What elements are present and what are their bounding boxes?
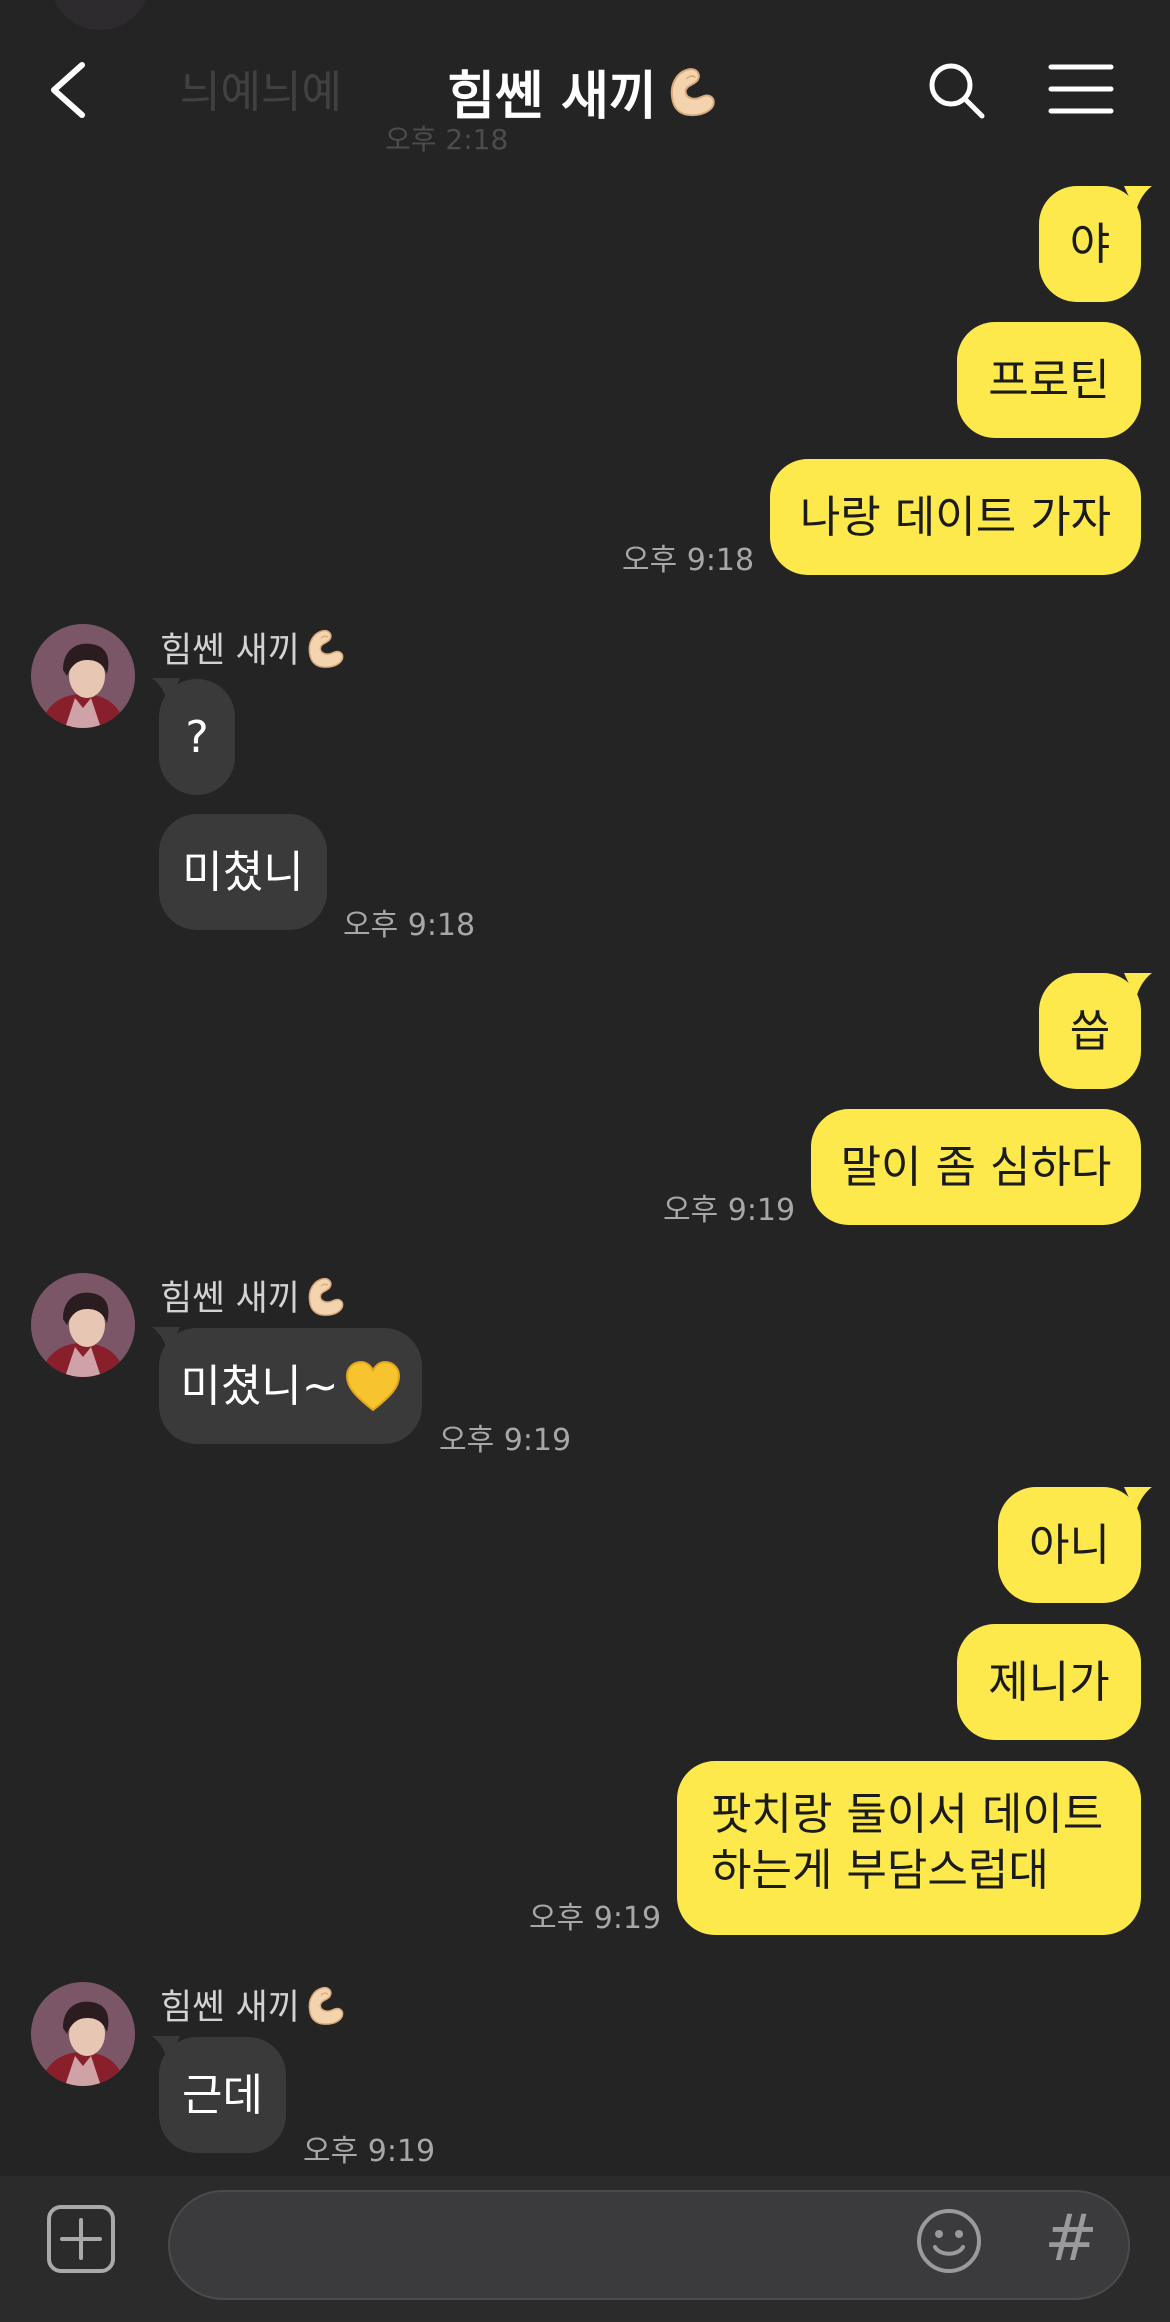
my-message-bubble[interactable]: 말이 좀 심하다 bbox=[811, 1109, 1141, 1225]
sender-name: 힘쎈 새끼 bbox=[160, 622, 350, 673]
search-button[interactable] bbox=[924, 58, 990, 124]
sender-avatar[interactable] bbox=[31, 624, 135, 728]
sender-name-text: 힘쎈 새끼 bbox=[160, 631, 300, 671]
sender-name-text: 힘쎈 새끼 bbox=[160, 1279, 300, 1319]
smiley-icon bbox=[917, 2209, 981, 2273]
bubble-tail bbox=[1124, 186, 1152, 212]
message-time: 오후 9:19 bbox=[663, 1193, 796, 1228]
faded-prev-avatar bbox=[50, 0, 150, 30]
chat-title-text: 힘쎈 새끼 bbox=[447, 66, 657, 127]
message-line: 팟치랑 둘이서 데이트 bbox=[711, 1789, 1104, 1840]
message-text: 미쳤니 bbox=[182, 846, 304, 898]
chat-screen: 늬예늬예 오후 2:18 힘쎈 새끼 야 프로틴 오후 9:18 나랑 데이트 … bbox=[0, 0, 1170, 2322]
message-time: 오후 9:18 bbox=[343, 908, 476, 943]
my-message-bubble[interactable]: 제니가 bbox=[957, 1624, 1141, 1740]
their-message-bubble[interactable]: 미쳤니~ bbox=[159, 1328, 422, 1444]
bubble-tail bbox=[1124, 973, 1152, 999]
message-text: 야 bbox=[1069, 218, 1111, 270]
flexed-biceps-icon bbox=[308, 1986, 344, 2025]
message-text: 나랑 데이트 가자 bbox=[799, 491, 1112, 543]
message-text: 근데 bbox=[182, 2069, 263, 2121]
faded-prev-message: 늬예늬예 bbox=[180, 67, 342, 118]
sender-avatar[interactable] bbox=[31, 1273, 135, 1377]
sender-avatar[interactable] bbox=[31, 1982, 135, 2086]
bubble-tail bbox=[1124, 1487, 1152, 1513]
message-text: 제니가 bbox=[988, 1656, 1110, 1708]
yellow-heart-icon bbox=[345, 1360, 400, 1412]
their-message-bubble[interactable]: ? bbox=[159, 679, 235, 795]
my-message-bubble[interactable]: 팟치랑 둘이서 데이트 하는게 부담스럽대 bbox=[677, 1761, 1141, 1935]
message-input[interactable] bbox=[210, 2210, 864, 2282]
message-text: ? bbox=[185, 711, 209, 763]
chevron-left-icon bbox=[51, 62, 85, 118]
message-text: 아니 bbox=[1029, 1519, 1110, 1571]
flexed-biceps-icon bbox=[308, 629, 344, 668]
message-text: 씁 bbox=[1069, 1005, 1111, 1057]
chat-title: 힘쎈 새끼 bbox=[430, 55, 740, 127]
sender-name: 힘쎈 새끼 bbox=[160, 1979, 350, 2030]
sender-name-text: 힘쎈 새끼 bbox=[160, 1988, 300, 2028]
search-icon bbox=[929, 63, 985, 119]
attach-button[interactable] bbox=[46, 2204, 116, 2274]
my-message-bubble[interactable]: 나랑 데이트 가자 bbox=[770, 459, 1141, 575]
message-time: 오후 9:19 bbox=[439, 1423, 572, 1458]
message-time: 오후 9:18 bbox=[622, 543, 755, 578]
message-time: 오후 9:19 bbox=[529, 1901, 662, 1936]
message-input-bar: # bbox=[0, 2176, 1170, 2322]
their-message-bubble[interactable]: 근데 bbox=[159, 2037, 286, 2153]
message-line: 하는게 부담스럽대 bbox=[711, 1845, 1049, 1896]
emoji-button[interactable] bbox=[914, 2206, 984, 2276]
message-text: 미쳤니~ bbox=[180, 1360, 339, 1412]
message-text: 말이 좀 심하다 bbox=[840, 1141, 1112, 1193]
hashtag-button[interactable]: # bbox=[1036, 2202, 1106, 2276]
my-message-bubble[interactable]: 아니 bbox=[998, 1487, 1141, 1603]
menu-button[interactable] bbox=[1048, 62, 1114, 116]
message-time: 오후 9:19 bbox=[303, 2134, 436, 2169]
menu-icon bbox=[1048, 64, 1114, 114]
sender-name: 힘쎈 새끼 bbox=[160, 1270, 350, 1321]
message-field[interactable]: # bbox=[168, 2190, 1130, 2300]
back-button[interactable] bbox=[38, 55, 98, 125]
flexed-biceps-icon bbox=[670, 68, 715, 117]
chat-header: 늬예늬예 오후 2:18 힘쎈 새끼 bbox=[0, 0, 1170, 180]
flexed-biceps-icon bbox=[308, 1277, 344, 1316]
their-message-bubble[interactable]: 미쳤니 bbox=[159, 814, 327, 930]
plus-square-icon bbox=[47, 2205, 115, 2273]
my-message-bubble[interactable]: 프로틴 bbox=[957, 322, 1141, 438]
message-text: 프로틴 bbox=[988, 354, 1110, 406]
